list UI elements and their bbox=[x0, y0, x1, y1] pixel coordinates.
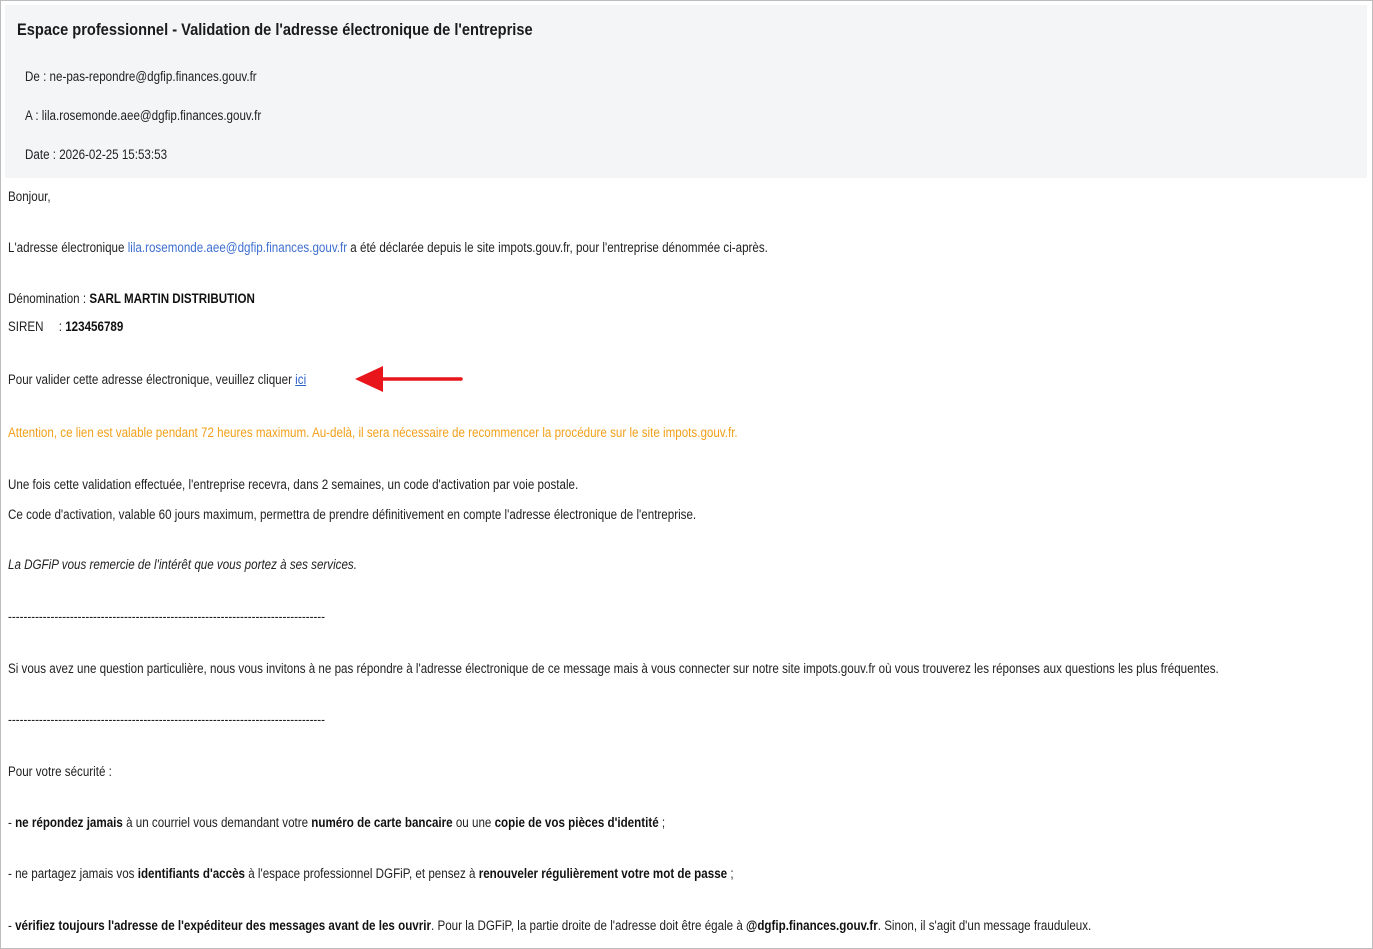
security-item-3: - vérifiez toujours l'adresse de l'expéd… bbox=[8, 917, 1091, 935]
sec3-e: . Sinon, il s'agit d'un message fraudule… bbox=[877, 918, 1092, 933]
security-item-2: - ne partagez jamais vos identifiants d'… bbox=[8, 865, 734, 883]
email-subject: Espace professionnel - Validation de l'a… bbox=[17, 20, 533, 39]
info-line-2: Ce code d'activation, valable 60 jours m… bbox=[8, 507, 697, 522]
siren-value-group: : 123456789 bbox=[59, 318, 124, 336]
security-item-1: - ne répondez jamais à un courriel vous … bbox=[8, 814, 665, 832]
intro-suffix: a été déclarée depuis le site impots.gou… bbox=[347, 240, 768, 255]
email-window: Espace professionnel - Validation de l'a… bbox=[0, 0, 1373, 949]
denomination-value: SARL MARTIN DISTRIBUTION bbox=[89, 291, 255, 306]
siren-line: SIREN : 123456789 bbox=[8, 318, 266, 336]
red-left-arrow-icon bbox=[355, 366, 463, 392]
email-date: Date : 2026-02-25 15:53:53 bbox=[25, 147, 167, 162]
sec2-a: - ne partagez jamais vos bbox=[8, 866, 138, 881]
date-label: Date : bbox=[25, 147, 56, 162]
sec2-e: ; bbox=[727, 866, 734, 881]
validate-link[interactable]: ici bbox=[295, 372, 306, 387]
info-line-1: Une fois cette validation effectuée, l'e… bbox=[8, 477, 579, 492]
sec1-f: copie de vos pièces d'identité bbox=[494, 815, 659, 830]
warning-text: Attention, ce lien est valable pendant 7… bbox=[8, 425, 738, 440]
to-address: lila.rosemonde.aee@dgfip.finances.gouv.f… bbox=[41, 108, 262, 123]
date-value: 2026-02-25 15:53:53 bbox=[59, 147, 168, 162]
sec2-b: identifiants d'accès bbox=[137, 866, 245, 881]
sec3-c: . Pour la DGFiP, la partie droite de l'a… bbox=[431, 918, 747, 933]
greeting: Bonjour, bbox=[8, 189, 51, 204]
sec1-c: à un courriel vous demandant votre bbox=[122, 815, 312, 830]
question-text: Si vous avez une question particulière, … bbox=[8, 661, 1219, 676]
sec2-d: renouveler régulièrement votre mot de pa… bbox=[478, 866, 728, 881]
validate-line: Pour valider cette adresse électronique,… bbox=[8, 371, 306, 389]
to-label: A : bbox=[25, 108, 39, 123]
sec2-c: à l'espace professionnel DGFiP, et pense… bbox=[244, 866, 479, 881]
validate-prefix: Pour valider cette adresse électronique,… bbox=[8, 372, 296, 387]
email-to: A : lila.rosemonde.aee@dgfip.finances.go… bbox=[25, 108, 261, 123]
email-from: De : ne-pas-repondre@dgfip.finances.gouv… bbox=[25, 69, 257, 84]
sec3-d: @dgfip.finances.gouv.fr bbox=[746, 918, 878, 933]
email-header: Espace professionnel - Validation de l'a… bbox=[5, 5, 1367, 178]
siren-value: 123456789 bbox=[65, 319, 124, 334]
sec1-e: ou une bbox=[452, 815, 495, 830]
from-address: ne-pas-repondre@dgfip.finances.gouv.fr bbox=[49, 69, 257, 84]
siren-label: SIREN bbox=[8, 319, 44, 334]
denomination-label: Dénomination : bbox=[8, 291, 90, 306]
email-address-link[interactable]: lila.rosemonde.aee@dgfip.finances.gouv.f… bbox=[128, 240, 347, 255]
sec1-d: numéro de carte bancaire bbox=[311, 815, 453, 830]
from-label: De : bbox=[25, 69, 47, 84]
sec3-b: vérifiez toujours l'adresse de l'expédit… bbox=[15, 918, 432, 933]
sec1-g: ; bbox=[658, 815, 666, 830]
intro-paragraph: L'adresse électronique lila.rosemonde.ae… bbox=[8, 239, 768, 257]
denomination-line: Dénomination : SARL MARTIN DISTRIBUTION bbox=[8, 290, 255, 308]
intro-prefix: L'adresse électronique bbox=[8, 240, 128, 255]
sec1-b: ne répondez jamais bbox=[15, 815, 123, 830]
separator-2: ----------------------------------------… bbox=[8, 712, 326, 727]
security-title: Pour votre sécurité : bbox=[8, 764, 112, 779]
thanks-text: La DGFiP vous remercie de l'intérêt que … bbox=[8, 557, 357, 572]
separator-1: ----------------------------------------… bbox=[8, 609, 326, 624]
